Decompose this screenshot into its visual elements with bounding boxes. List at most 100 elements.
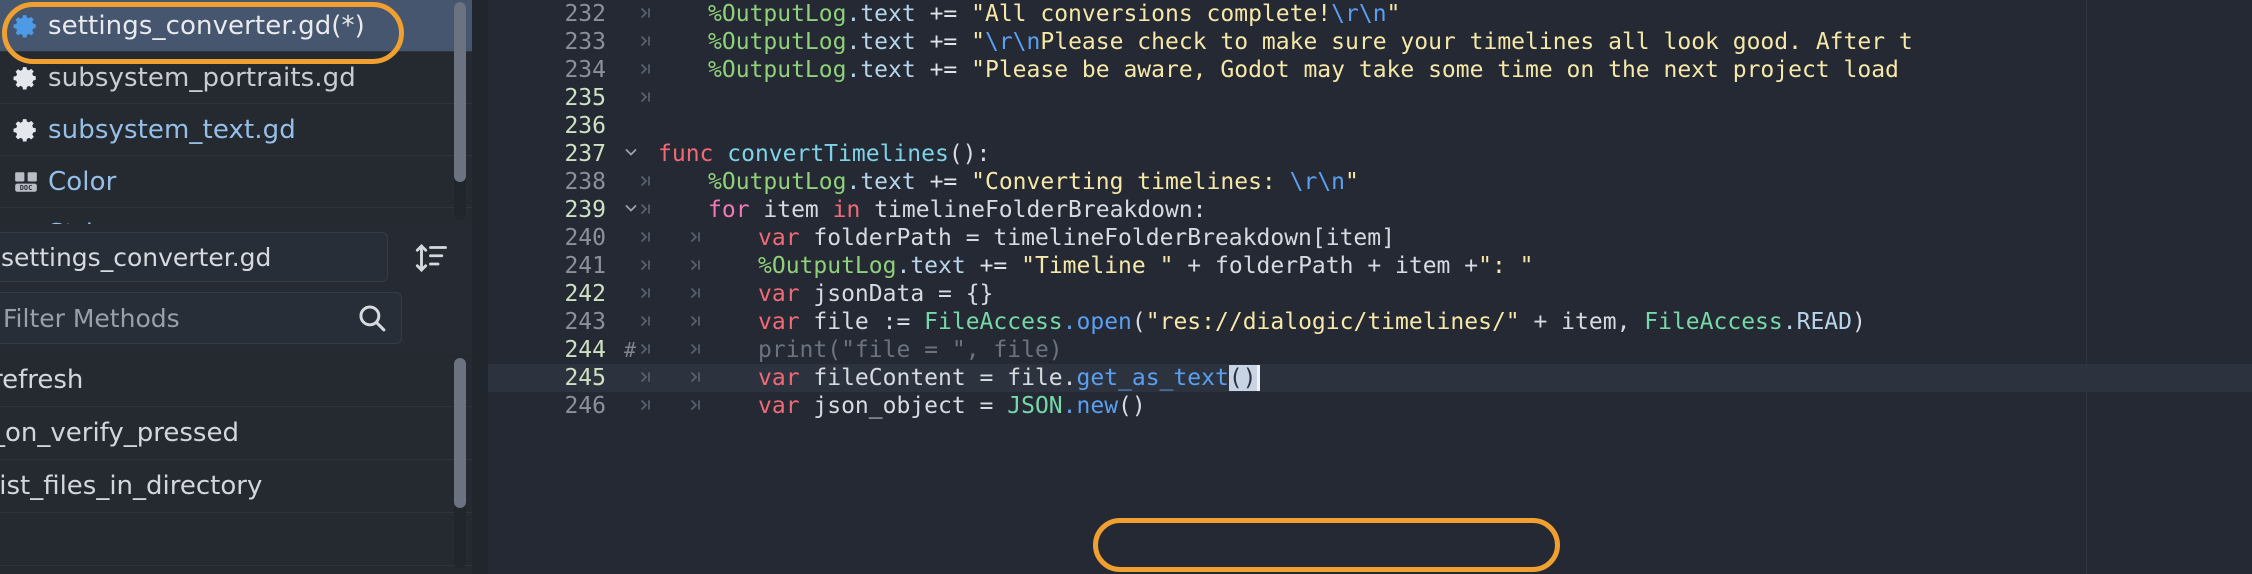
code-line-242[interactable]: 242 var jsonData = {} (488, 280, 2252, 308)
script-list-item-4[interactable]: DOCString (0, 208, 472, 224)
gear-icon (4, 117, 48, 143)
code-line-243[interactable]: 243 var file := FileAccess.open("res://di… (488, 308, 2252, 336)
method-list-item-0[interactable]: refresh (0, 354, 472, 407)
script-file-list[interactable]: settings_converter.gd(*) subsystem_portra… (0, 0, 472, 224)
code-token: += (915, 1, 972, 27)
methods-list-scrollbar-thumb[interactable] (454, 358, 466, 508)
code-token: var (758, 393, 814, 419)
line-number: 241 (564, 253, 606, 279)
code-line-232[interactable]: 232 %OutputLog.text += "All conversions c… (488, 0, 2252, 28)
code-token: " (1386, 1, 1401, 27)
line-number: 239 (564, 197, 606, 223)
method-list-item-label: _on_verify_pressed (0, 418, 239, 448)
fold-arrow-icon[interactable] (620, 140, 642, 168)
code-token: () (1118, 393, 1146, 419)
script-list-scrollbar[interactable] (454, 2, 466, 220)
line-number: 238 (564, 169, 606, 195)
code-line-239[interactable]: 239 for item in timelineFolderBreakdown: (488, 196, 2252, 224)
code-token: JSON (1007, 393, 1063, 419)
method-list-item-1[interactable]: _on_verify_pressed (0, 407, 472, 460)
code-token: += (965, 253, 1022, 279)
code-line-244[interactable]: 244 # print("file = ", file) (488, 336, 2252, 364)
code-token: FileAccess (924, 309, 1063, 335)
tab-indent-marker (638, 196, 654, 224)
code-token: %OutputLog (708, 29, 847, 55)
code-line-236[interactable]: 236 (488, 112, 2252, 140)
code-token: %OutputLog (708, 1, 847, 27)
code-line-238[interactable]: 238 %OutputLog.text += "Converting timeli… (488, 168, 2252, 196)
methods-list[interactable]: refresh _on_verify_pressed list_files_in_d… (0, 354, 472, 574)
script-list-item-1[interactable]: subsystem_portraits.gd (0, 52, 472, 104)
code-token: " (971, 29, 985, 55)
code-token: var (758, 281, 814, 307)
script-list-item-label: settings_converter.gd(*) (48, 10, 365, 41)
line-number: 237 (564, 141, 606, 167)
script-list-item-2[interactable]: subsystem_text.gd (0, 104, 472, 156)
code-text: var file := FileAccess.open("res://dialo… (758, 308, 1866, 336)
code-line-240[interactable]: 240 var folderPath = timelineFolderBreakd… (488, 224, 2252, 252)
tab-indent-marker (638, 280, 654, 308)
script-name-field[interactable]: settings_converter.gd (0, 232, 388, 282)
code-token: += (915, 57, 972, 83)
code-token: "Timeline " (1021, 253, 1174, 279)
code-editor[interactable]: 232 %OutputLog.text += "All conversions c… (488, 0, 2252, 574)
doc-book-icon: DOC (4, 221, 48, 224)
code-token: "All conversions complete! (971, 1, 1332, 27)
code-text: var jsonData = {} (758, 280, 993, 308)
tab-indent-marker (638, 0, 654, 28)
code-token: += (915, 29, 972, 55)
code-line-237[interactable]: 237 func convertTimelines(): (488, 140, 2252, 168)
code-token: .text (846, 169, 916, 195)
code-line-233[interactable]: 233 %OutputLog.text += "\r\nPlease check … (488, 28, 2252, 56)
code-token: get_as_text (1076, 365, 1229, 391)
code-token: ( (1131, 309, 1146, 335)
tab-indent-marker (638, 224, 654, 252)
code-token: item (763, 197, 833, 223)
method-list-item-label: refresh (0, 365, 84, 395)
code-token: FileAccess (1644, 309, 1783, 335)
script-list-item-0[interactable]: settings_converter.gd(*) (0, 0, 472, 52)
script-list-item-label: String (48, 219, 126, 225)
tab-indent-marker (688, 392, 704, 420)
code-token: %OutputLog (758, 253, 897, 279)
code-token: \r\n (1289, 169, 1346, 195)
line-number: 245 (564, 365, 606, 391)
godot-script-editor-screenshot: settings_converter.gd(*) subsystem_portra… (0, 0, 2252, 574)
script-list-item-label: subsystem_portraits.gd (48, 62, 356, 93)
code-text: %OutputLog.text += "Timeline " + folderP… (758, 252, 1533, 280)
code-line-234[interactable]: 234 %OutputLog.text += "Please be aware, … (488, 56, 2252, 84)
code-line-245[interactable]: 245 var fileContent = file.get_as_text() (488, 364, 2252, 392)
script-list-item-3[interactable]: DOC Color (0, 156, 472, 208)
gear-icon (4, 13, 48, 39)
panel-splitter[interactable] (472, 0, 488, 574)
code-line-235[interactable]: 235 (488, 84, 2252, 112)
sort-icon[interactable] (410, 236, 454, 280)
code-token: var (758, 365, 814, 391)
code-line-246[interactable]: 246 var json_object = JSON.new() (488, 392, 2252, 420)
code-text: func convertTimelines(): (658, 140, 990, 168)
script-list-scrollbar-thumb[interactable] (454, 2, 466, 182)
code-token: .open (1062, 309, 1132, 335)
code-text: var fileContent = file.get_as_text() (758, 364, 1257, 392)
method-list-item-2[interactable]: list_files_in_directory (0, 460, 472, 513)
code-token: ) (1852, 309, 1866, 335)
filter-methods-input[interactable]: Filter Methods (0, 292, 402, 344)
code-token: timelineFolderBreakdown: (874, 197, 1207, 223)
code-token: "res://dialogic/timelines/" (1145, 309, 1520, 335)
tab-indent-marker (688, 336, 704, 364)
tab-indent-marker (638, 364, 654, 392)
line-number: 242 (564, 281, 606, 307)
code-token: .text (846, 57, 916, 83)
code-token: fileContent = file. (813, 365, 1077, 391)
script-name-row: settings_converter.gd (0, 232, 472, 284)
code-token: .new (1062, 393, 1119, 419)
code-line-241[interactable]: 241 %OutputLog.text += "Timeline " + fold… (488, 252, 2252, 280)
method-list-item-3[interactable] (0, 513, 472, 566)
methods-list-scrollbar[interactable] (454, 358, 466, 568)
code-text: %OutputLog.text += "\r\nPlease check to … (708, 28, 1913, 56)
tab-indent-marker (688, 308, 704, 336)
code-token: json_object = (813, 393, 1008, 419)
search-icon[interactable] (353, 299, 391, 337)
tab-indent-marker (688, 252, 704, 280)
code-token: var (758, 309, 814, 335)
